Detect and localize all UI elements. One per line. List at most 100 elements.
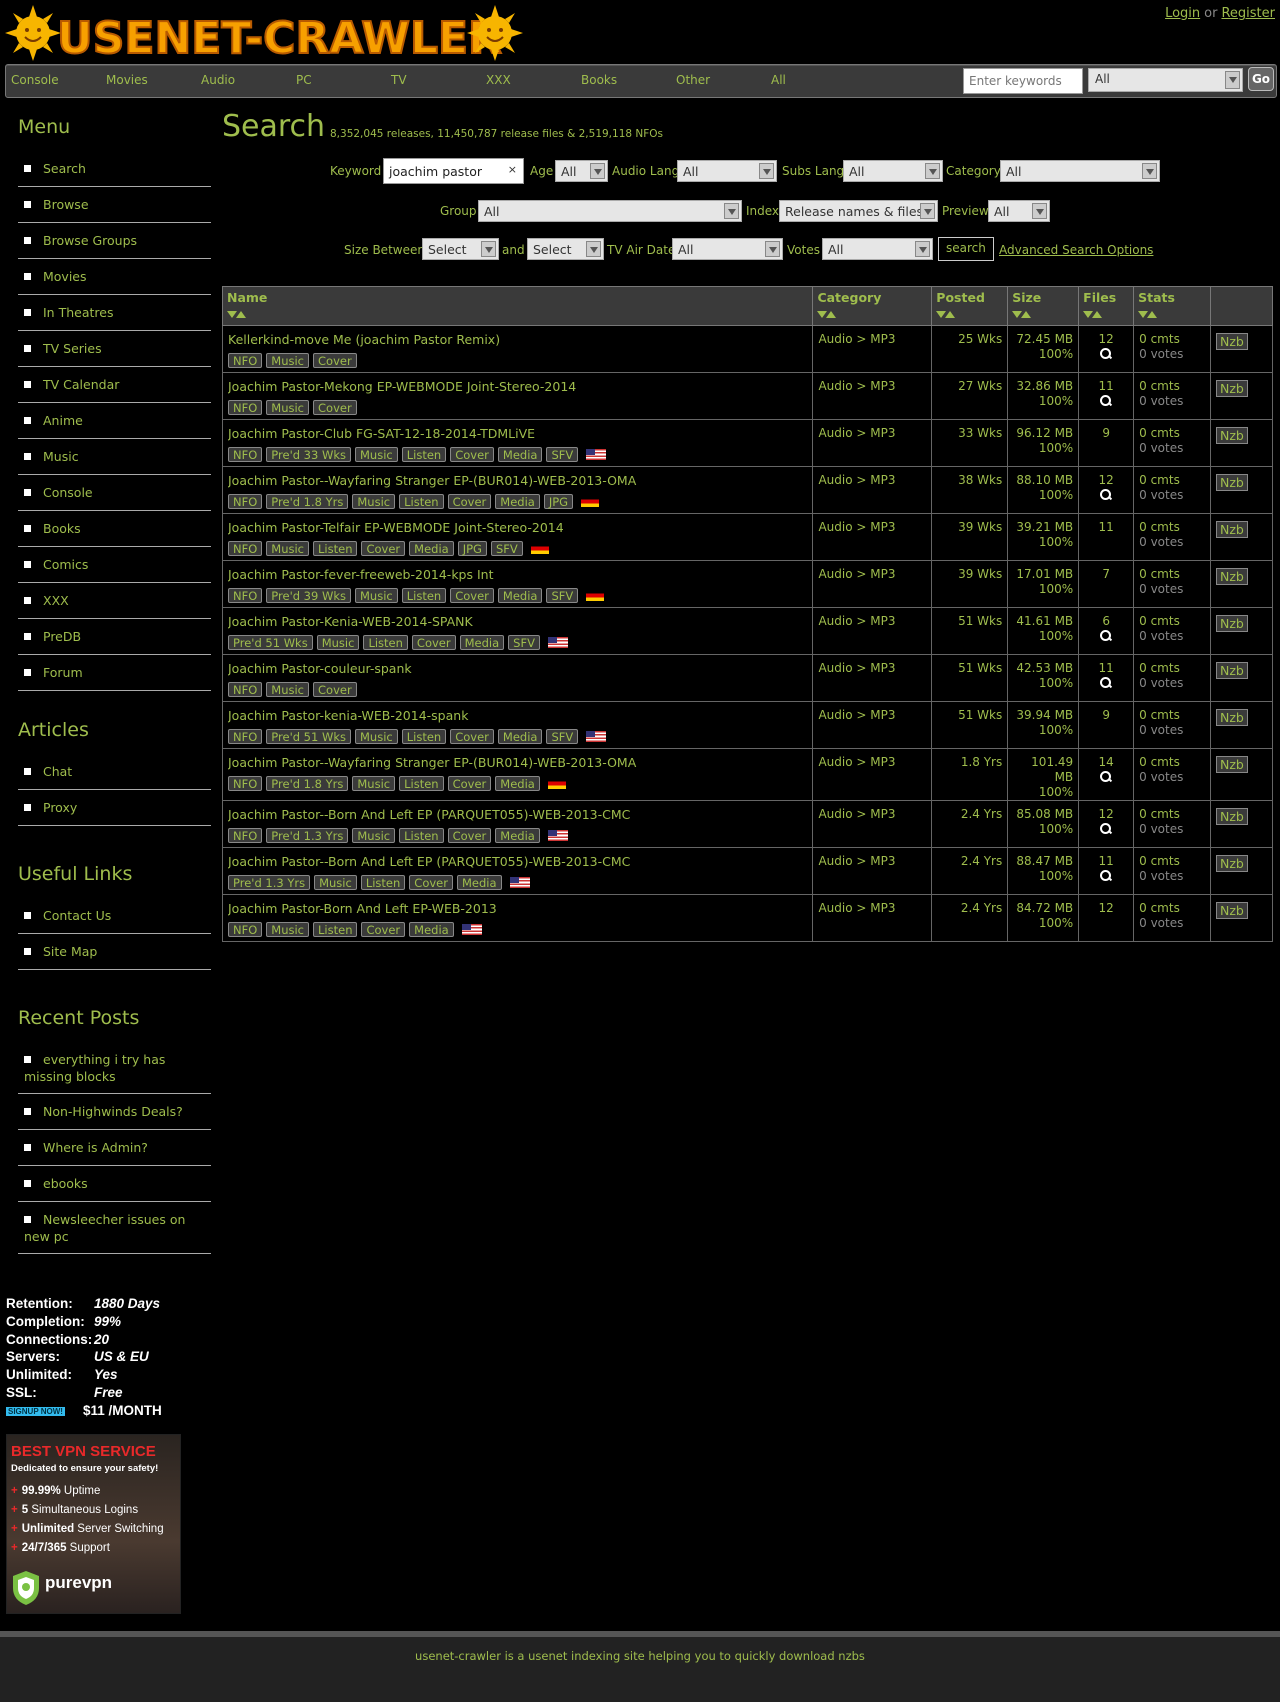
register-link[interactable]: Register [1221,6,1275,21]
category-link[interactable]: Audio > MP3 [818,567,895,581]
release-tag[interactable]: Cover [450,447,494,462]
release-tag[interactable]: Cover [361,541,406,556]
sort-icon[interactable] [936,306,1003,318]
col-header-name[interactable]: Name [221,286,814,326]
files-link[interactable]: 9 [1102,708,1110,722]
files-link[interactable]: 9 [1102,426,1110,440]
sidebar-post-item[interactable]: ebooks [18,1166,211,1202]
release-tag[interactable]: Music [266,541,310,556]
sidebar-post-link[interactable]: Non-Highwinds Deals? [43,1104,183,1119]
magnifier-icon[interactable] [1100,395,1112,407]
sidebar-menu-item[interactable]: Music [18,439,211,475]
comments-link[interactable]: 0 cmts [1139,473,1180,487]
category-link[interactable]: Audio > MP3 [818,332,895,346]
sidebar-useful-link[interactable]: Contact Us [43,908,111,923]
sidebar-menu-link[interactable]: In Theatres [43,305,113,320]
release-tag[interactable]: Music [352,776,396,791]
sidebar-menu-link[interactable]: Movies [43,269,87,284]
nzb-download-button[interactable]: Nzb [1216,380,1248,397]
files-link[interactable]: 12 [1099,807,1114,821]
release-tag[interactable]: Media [459,635,505,650]
sidebar-menu-item[interactable]: PreDB [18,619,211,655]
release-name-link[interactable]: Joachim Pastor-Born And Left EP-WEB-2013 [228,901,807,917]
release-tag[interactable]: Cover [313,353,357,368]
nzb-download-button[interactable]: Nzb [1216,855,1248,872]
login-link[interactable]: Login [1165,6,1200,21]
magnifier-icon[interactable] [1100,870,1112,882]
release-tag[interactable]: NFO [228,541,263,556]
sidebar-article-link[interactable]: Proxy [43,800,77,815]
subs-lang-select[interactable]: All [843,160,943,182]
release-tag[interactable]: Music [314,875,357,890]
release-tag[interactable]: Media [497,729,543,744]
signup-badge[interactable]: SIGNUP NOW! [6,1406,65,1416]
release-tag[interactable]: Listen [363,635,408,650]
comments-link[interactable]: 0 cmts [1139,520,1180,534]
release-tag[interactable]: Music [266,922,310,937]
col-header-category[interactable]: Category [812,286,933,326]
nzb-download-button[interactable]: Nzb [1216,333,1248,350]
nav-category-select[interactable]: All [1088,68,1243,92]
release-tag[interactable]: Media [495,494,540,509]
sidebar-useful-item[interactable]: Site Map [18,934,211,970]
col-header-stats[interactable]: Stats [1133,286,1212,326]
sidebar-post-link[interactable]: everything i try has missing blocks [24,1052,165,1084]
release-tag[interactable]: Music [352,828,396,843]
comments-link[interactable]: 0 cmts [1139,807,1180,821]
release-tag[interactable]: Media [495,828,540,843]
release-tag[interactable]: NFO [228,400,263,415]
release-tag[interactable]: Pre'd 51 Wks [228,635,313,650]
go-button[interactable]: Go [1248,67,1274,91]
release-tag[interactable]: Pre'd 1.8 Yrs [266,494,349,509]
release-name-link[interactable]: Joachim Pastor--Born And Left EP (PARQUE… [228,807,807,823]
sidebar-menu-item[interactable]: Console [18,475,211,511]
files-link[interactable]: 11 [1099,854,1114,868]
sort-icon[interactable] [1138,306,1206,318]
index-select[interactable]: Release names & files [779,200,938,222]
sidebar-post-item[interactable]: Newsleecher issues on new pc [18,1202,211,1254]
comments-link[interactable]: 0 cmts [1139,854,1180,868]
sidebar-menu-item[interactable]: Forum [18,655,211,691]
comments-link[interactable]: 0 cmts [1139,661,1180,675]
nav-books[interactable]: Books [581,73,617,87]
release-tag[interactable]: NFO [228,828,263,843]
category-link[interactable]: Audio > MP3 [818,379,895,393]
release-tag[interactable]: SFV [546,588,579,603]
category-link[interactable]: Audio > MP3 [818,661,895,675]
sort-icon[interactable] [227,306,808,318]
release-tag[interactable]: Pre'd 1.3 Yrs [266,828,349,843]
size-min-select[interactable]: Select [422,238,499,260]
sidebar-useful-item[interactable]: Contact Us [18,898,211,934]
nzb-download-button[interactable]: Nzb [1216,568,1248,585]
release-name-link[interactable]: Joachim Pastor--Born And Left EP (PARQUE… [228,854,807,870]
nzb-download-button[interactable]: Nzb [1216,756,1248,773]
tv-air-date-select[interactable]: All [672,238,783,260]
vpn-ad[interactable]: BEST VPN SERVICE Dedicated to ensure you… [6,1434,181,1614]
magnifier-icon[interactable] [1100,489,1112,501]
release-tag[interactable]: Cover [450,729,494,744]
release-tag[interactable]: Music [266,400,310,415]
nzb-download-button[interactable]: Nzb [1216,662,1248,679]
sidebar-post-item[interactable]: everything i try has missing blocks [18,1042,211,1094]
nav-tv[interactable]: TV [391,73,407,87]
sidebar-article-link[interactable]: Chat [43,764,72,779]
sidebar-menu-item[interactable]: Comics [18,547,211,583]
release-tag[interactable]: SFV [508,635,540,650]
release-tag[interactable]: NFO [228,588,263,603]
sidebar-menu-item[interactable]: TV Series [18,331,211,367]
comments-link[interactable]: 0 cmts [1139,332,1180,346]
release-tag[interactable]: Music [355,588,398,603]
release-tag[interactable]: Pre'd 39 Wks [266,588,351,603]
sidebar-menu-link[interactable]: Search [43,161,86,176]
comments-link[interactable]: 0 cmts [1139,379,1180,393]
release-name-link[interactable]: Joachim Pastor-Club FG-SAT-12-18-2014-TD… [228,426,807,442]
release-tag[interactable]: Media [497,588,543,603]
sort-icon[interactable] [817,306,927,318]
release-tag[interactable]: Listen [401,447,447,462]
sidebar-post-link[interactable]: Where is Admin? [43,1140,148,1155]
release-name-link[interactable]: Joachim Pastor-Mekong EP-WEBMODE Joint-S… [228,379,807,395]
release-name-link[interactable]: Joachim Pastor--Wayfaring Stranger EP-(B… [228,755,807,771]
nzb-download-button[interactable]: Nzb [1216,615,1248,632]
search-button[interactable]: search [938,237,994,261]
votes-select[interactable]: All [822,238,933,260]
